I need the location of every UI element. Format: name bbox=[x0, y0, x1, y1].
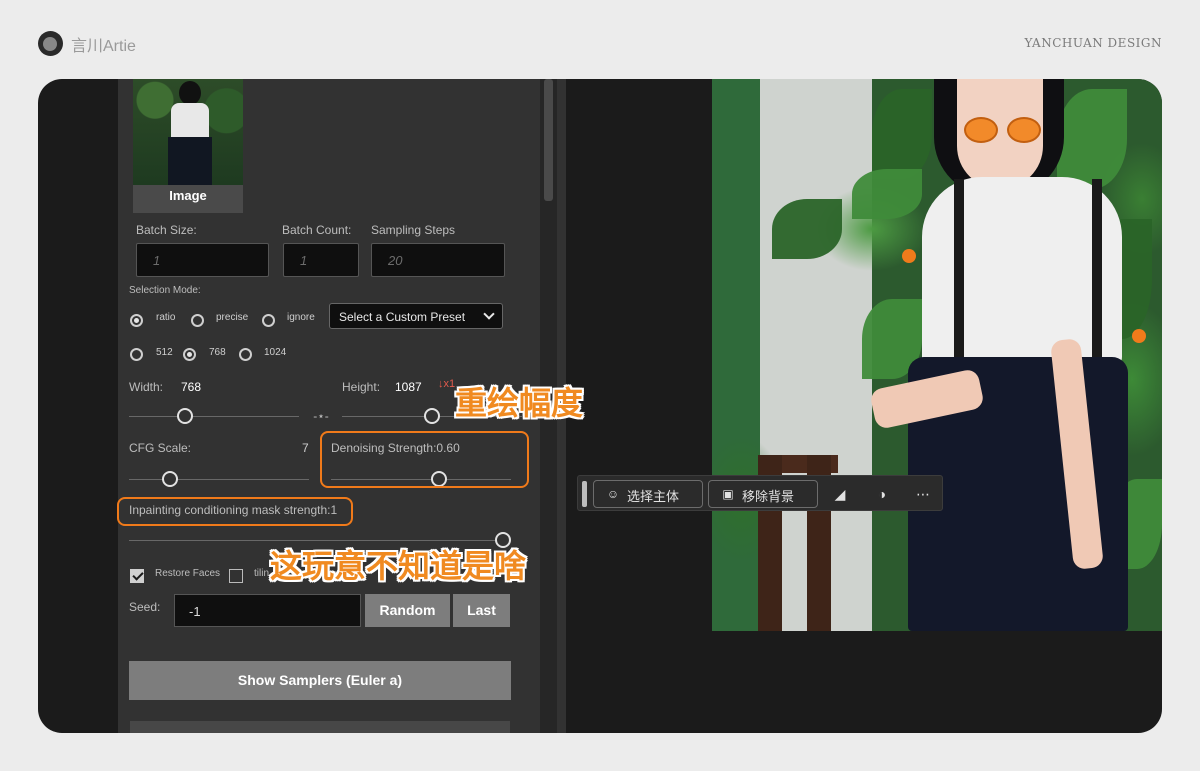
batch-count-input[interactable]: 1 bbox=[283, 243, 359, 277]
toolbar-grip[interactable] bbox=[582, 481, 587, 507]
width-slider-handle[interactable] bbox=[177, 408, 194, 424]
batch-size-input[interactable]: 1 bbox=[136, 243, 269, 277]
random-button[interactable]: Random bbox=[365, 594, 450, 627]
select-subject-label: 选择主体 bbox=[627, 489, 680, 504]
avatar bbox=[38, 31, 63, 56]
tiling-checkbox[interactable] bbox=[229, 569, 243, 583]
cfg-slider-track[interactable] bbox=[129, 479, 309, 480]
custom-preset-select[interactable]: Select a Custom Preset bbox=[329, 303, 503, 329]
thumbnail-image bbox=[133, 79, 243, 185]
chevron-down-icon bbox=[483, 308, 495, 320]
more-icon[interactable]: ⋯ bbox=[909, 480, 937, 508]
context-toolbar: ☺ 选择主体 ▣ 移除背景 ◢ ◑ ⋯ bbox=[577, 475, 943, 511]
tiling-label: tilin bbox=[254, 568, 270, 579]
brand-name: 言川Artie bbox=[71, 37, 136, 55]
contrast-icon[interactable]: ◑ bbox=[868, 480, 896, 508]
cfg-scale-value: 7 bbox=[302, 441, 309, 455]
restore-faces-checkbox[interactable] bbox=[130, 569, 144, 583]
seed-label: Seed: bbox=[129, 600, 161, 614]
radio-512-label: 512 bbox=[156, 347, 173, 358]
denoising-annotation-box bbox=[320, 431, 529, 488]
remove-background-label: 移除背景 bbox=[742, 489, 795, 504]
width-label: Width: bbox=[129, 380, 164, 394]
person-icon: ☺ bbox=[606, 487, 620, 501]
radio-ignore-label: ignore bbox=[287, 312, 315, 323]
custom-preset-value: Select a Custom Preset bbox=[339, 310, 466, 324]
image-thumbnail[interactable]: Image bbox=[133, 79, 243, 213]
radio-1024-label: 1024 bbox=[264, 347, 287, 358]
brand: 言川Artie bbox=[38, 31, 136, 56]
canvas-image[interactable] bbox=[712, 79, 1162, 631]
radio-ignore[interactable] bbox=[262, 314, 275, 327]
inpainting-label: Inpainting conditioning mask strength:1 bbox=[129, 503, 338, 517]
batch-count-label: Batch Count: bbox=[282, 223, 352, 237]
selection-mode-label: Selection Mode: bbox=[129, 285, 201, 296]
seed-input[interactable]: -1 bbox=[174, 594, 361, 627]
batch-size-label: Batch Size: bbox=[136, 223, 197, 237]
cfg-scale-label: CFG Scale: bbox=[129, 441, 192, 455]
show-samplers-button[interactable]: Show Samplers (Euler a) bbox=[129, 661, 511, 700]
link-icon[interactable]: -⋆- bbox=[312, 410, 330, 422]
remove-background-button[interactable]: ▣ 移除背景 bbox=[708, 480, 818, 508]
radio-512[interactable] bbox=[130, 348, 143, 361]
radio-1024[interactable] bbox=[239, 348, 252, 361]
image-icon: ▣ bbox=[722, 487, 734, 501]
radio-768-label: 768 bbox=[209, 347, 226, 358]
height-hint: ↓x1 bbox=[438, 378, 456, 390]
thumbnail-label: Image bbox=[169, 188, 207, 203]
radio-ratio-label: ratio bbox=[156, 312, 176, 323]
height-slider-handle[interactable] bbox=[424, 408, 440, 424]
height-value: 1087 bbox=[395, 380, 422, 394]
panel-scrollbar-thumb[interactable] bbox=[544, 79, 553, 201]
width-value: 768 bbox=[181, 380, 202, 394]
restore-faces-label: Restore Faces bbox=[155, 568, 221, 579]
inpainting-callout: 这玩意不知道是啥 bbox=[270, 547, 527, 585]
last-button[interactable]: Last bbox=[453, 594, 510, 627]
radio-768[interactable] bbox=[183, 348, 196, 361]
app-frame: Image Batch Size: Batch Count: Sampling … bbox=[38, 79, 1162, 733]
width-slider-track[interactable] bbox=[129, 416, 299, 417]
sampling-steps-input[interactable]: 20 bbox=[371, 243, 505, 277]
radio-ratio[interactable] bbox=[130, 314, 143, 327]
denoising-callout: 重绘幅度 bbox=[455, 384, 584, 422]
sampling-steps-label: Sampling Steps bbox=[371, 223, 456, 237]
next-section-bar bbox=[130, 721, 510, 733]
select-subject-button[interactable]: ☺ 选择主体 bbox=[593, 480, 703, 508]
design-label: YANCHUAN DESIGN bbox=[1024, 36, 1162, 50]
radio-precise-label: precise bbox=[216, 312, 249, 323]
crop-icon[interactable]: ◢ bbox=[826, 480, 854, 508]
radio-precise[interactable] bbox=[191, 314, 204, 327]
height-label: Height: bbox=[342, 380, 381, 394]
